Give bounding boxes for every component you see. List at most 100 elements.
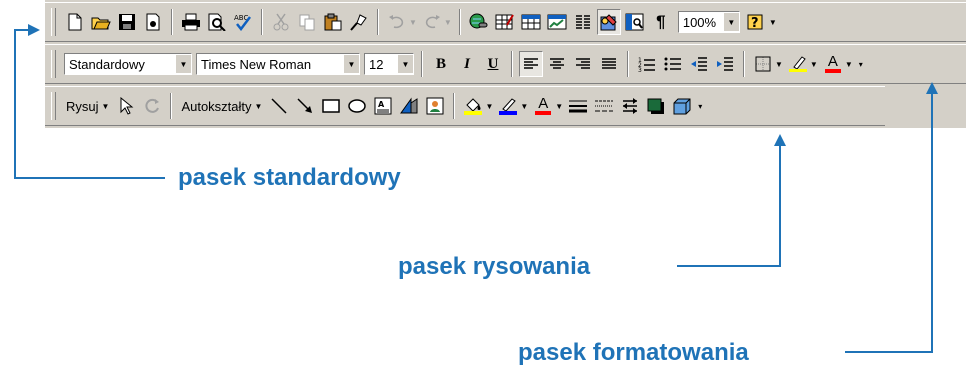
hyperlink-icon[interactable] bbox=[467, 9, 491, 35]
style-combo[interactable]: Standardowy ▼ bbox=[64, 53, 192, 75]
svg-text:A: A bbox=[378, 100, 385, 109]
document-map-icon[interactable] bbox=[623, 9, 647, 35]
decrease-indent-icon[interactable] bbox=[687, 51, 711, 77]
text-box-icon[interactable]: A bbox=[371, 93, 395, 119]
numbering-icon[interactable]: 123 bbox=[635, 51, 659, 77]
toolbar-grip[interactable] bbox=[51, 8, 56, 36]
separator bbox=[743, 51, 745, 77]
toolbars-area: ABC ▼ ▼ ¶ 100% ▼ ? ▼ Standardowy ▼ Times… bbox=[45, 0, 966, 128]
chevron-down-icon[interactable]: ▼ bbox=[397, 55, 413, 73]
bullets-icon[interactable] bbox=[661, 51, 685, 77]
font-combo[interactable]: Times New Roman ▼ bbox=[196, 53, 360, 75]
cut-icon[interactable] bbox=[269, 9, 293, 35]
chevron-down-icon[interactable]: ▼ bbox=[722, 13, 739, 31]
new-document-icon[interactable] bbox=[63, 9, 87, 35]
redo-dropdown-icon[interactable]: ▼ bbox=[444, 18, 452, 27]
undo-dropdown-icon[interactable]: ▼ bbox=[409, 18, 417, 27]
chevron-down-icon[interactable]: ▼ bbox=[343, 55, 359, 73]
line-style-icon[interactable] bbox=[566, 93, 590, 119]
align-left-icon[interactable] bbox=[519, 51, 543, 77]
insert-excel-icon[interactable] bbox=[545, 9, 569, 35]
dash-style-icon[interactable] bbox=[592, 93, 616, 119]
formatting-toolbar: Standardowy ▼ Times New Roman ▼ 12 ▼ B I… bbox=[45, 44, 966, 84]
zoom-combo[interactable]: 100% ▼ bbox=[677, 11, 740, 33]
permission-icon[interactable] bbox=[141, 9, 165, 35]
columns-icon[interactable] bbox=[571, 9, 595, 35]
select-objects-icon[interactable] bbox=[114, 93, 138, 119]
free-rotate-icon[interactable] bbox=[140, 93, 164, 119]
separator bbox=[170, 93, 173, 119]
draw-menu-label: Rysuj bbox=[66, 98, 99, 114]
increase-indent-icon[interactable] bbox=[713, 51, 737, 77]
autoshapes-menu-label: Autokształty bbox=[181, 98, 252, 114]
font-color-dropdown-icon[interactable]: ▼ bbox=[845, 60, 853, 69]
save-icon[interactable] bbox=[115, 9, 139, 35]
drawing-toolbar-label: pasek rysowania bbox=[398, 253, 591, 280]
font-size-combo[interactable]: 12 ▼ bbox=[364, 53, 414, 75]
toolbar-options-icon[interactable]: ▾ bbox=[859, 60, 863, 69]
underline-button[interactable]: U bbox=[481, 51, 505, 77]
redo-icon[interactable] bbox=[420, 9, 444, 35]
format-painter-icon[interactable] bbox=[347, 9, 371, 35]
paste-icon[interactable] bbox=[321, 9, 345, 35]
font-value: Times New Roman bbox=[201, 56, 312, 72]
drawing-font-color-dropdown-icon[interactable]: ▼ bbox=[555, 102, 563, 111]
insert-table-icon[interactable] bbox=[519, 9, 543, 35]
separator bbox=[511, 51, 513, 77]
autoshapes-menu-button[interactable]: Autokształty ▼ bbox=[177, 93, 266, 119]
font-size-value: 12 bbox=[369, 56, 384, 72]
font-color-icon[interactable]: A bbox=[821, 51, 845, 77]
highlight-icon[interactable] bbox=[786, 51, 810, 77]
borders-dropdown-icon[interactable]: ▼ bbox=[775, 60, 783, 69]
separator bbox=[458, 9, 461, 35]
italic-button[interactable]: I bbox=[455, 51, 479, 77]
open-folder-icon[interactable] bbox=[89, 9, 113, 35]
print-preview-icon[interactable] bbox=[205, 9, 229, 35]
line-color-icon[interactable] bbox=[496, 93, 520, 119]
undo-icon[interactable] bbox=[385, 9, 409, 35]
line-color-dropdown-icon[interactable]: ▼ bbox=[520, 102, 528, 111]
drawing-font-color-letter: A bbox=[538, 95, 549, 112]
separator bbox=[261, 9, 263, 35]
drawing-icon[interactable] bbox=[596, 9, 621, 35]
fill-color-icon[interactable] bbox=[461, 93, 485, 119]
show-formatting-icon[interactable]: ¶ bbox=[649, 9, 673, 35]
clip-art-icon[interactable] bbox=[423, 93, 447, 119]
align-right-icon[interactable] bbox=[571, 51, 595, 77]
drawing-font-color-icon[interactable]: A bbox=[531, 93, 555, 119]
oval-icon[interactable] bbox=[345, 93, 369, 119]
align-center-icon[interactable] bbox=[545, 51, 569, 77]
line-icon[interactable] bbox=[267, 93, 291, 119]
font-color-swatch bbox=[824, 69, 841, 73]
spelling-icon[interactable]: ABC bbox=[231, 9, 255, 35]
arrow-style-icon[interactable] bbox=[618, 93, 642, 119]
highlight-dropdown-icon[interactable]: ▼ bbox=[810, 60, 818, 69]
arrow-icon[interactable] bbox=[293, 93, 317, 119]
help-icon[interactable]: ? bbox=[745, 9, 769, 35]
tables-borders-icon[interactable] bbox=[493, 9, 517, 35]
borders-icon[interactable] bbox=[751, 51, 775, 77]
draw-menu-button[interactable]: Rysuj ▼ bbox=[62, 93, 113, 119]
print-icon[interactable] bbox=[179, 9, 203, 35]
separator bbox=[421, 51, 423, 77]
style-value: Standardowy bbox=[69, 56, 145, 72]
shadow-style-icon[interactable] bbox=[644, 93, 668, 119]
bold-button[interactable]: B bbox=[429, 51, 453, 77]
toolbar-grip[interactable] bbox=[51, 92, 56, 120]
svg-text:3: 3 bbox=[638, 67, 642, 72]
copy-icon[interactable] bbox=[295, 9, 319, 35]
font-color-letter: A bbox=[827, 53, 838, 70]
svg-text:?: ? bbox=[751, 16, 759, 31]
3d-style-icon[interactable] bbox=[670, 93, 694, 119]
separator bbox=[453, 93, 456, 119]
separator bbox=[627, 51, 629, 77]
help-dropdown-icon[interactable]: ▼ bbox=[769, 18, 777, 27]
toolbar-grip[interactable] bbox=[51, 50, 56, 78]
separator bbox=[377, 9, 379, 35]
toolbar-options-icon[interactable]: ▾ bbox=[698, 102, 702, 111]
justify-icon[interactable] bbox=[597, 51, 621, 77]
wordart-icon[interactable] bbox=[397, 93, 421, 119]
chevron-down-icon[interactable]: ▼ bbox=[175, 55, 191, 73]
rectangle-icon[interactable] bbox=[319, 93, 343, 119]
fill-dropdown-icon[interactable]: ▼ bbox=[485, 102, 493, 111]
